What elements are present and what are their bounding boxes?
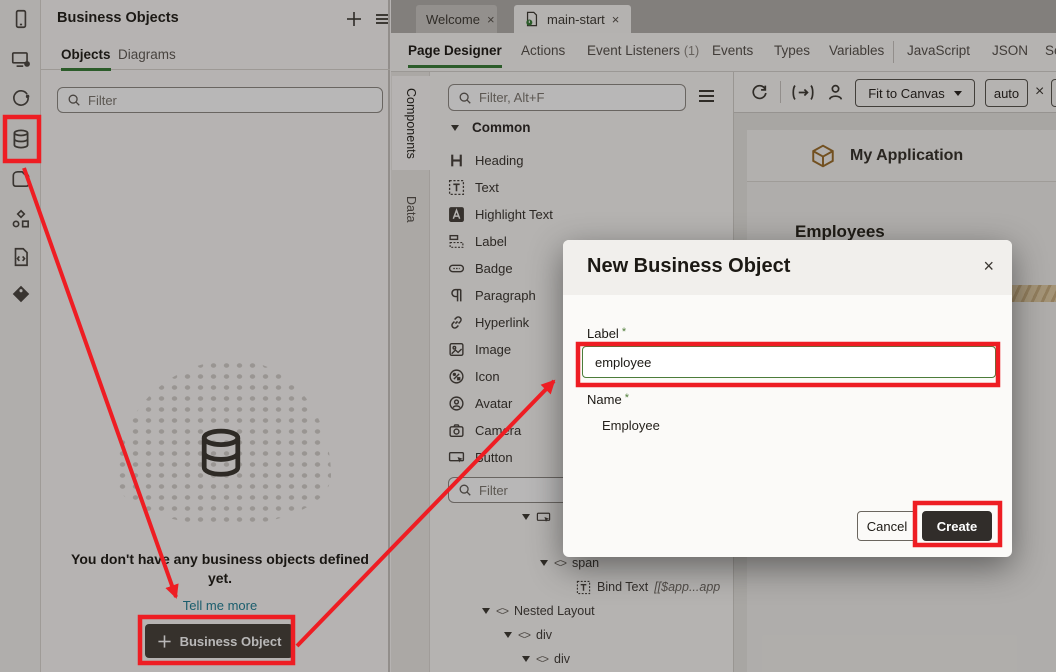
dialog-title: New Business Object [587,255,790,278]
close-icon[interactable]: × [983,256,994,277]
required-marker: * [622,326,626,338]
create-button[interactable]: Create [922,511,992,541]
name-field-value: Employee [602,418,660,433]
label-field-label: Label* [587,326,626,341]
required-marker: * [625,392,629,404]
name-field-label: Name* [587,392,629,407]
label-text: Name [587,392,622,407]
new-business-object-dialog: New Business Object × Label* Name* Emplo… [563,240,1012,557]
cancel-button[interactable]: Cancel [857,511,917,541]
label-field-input[interactable] [582,346,996,378]
label-text: Label [587,326,619,341]
